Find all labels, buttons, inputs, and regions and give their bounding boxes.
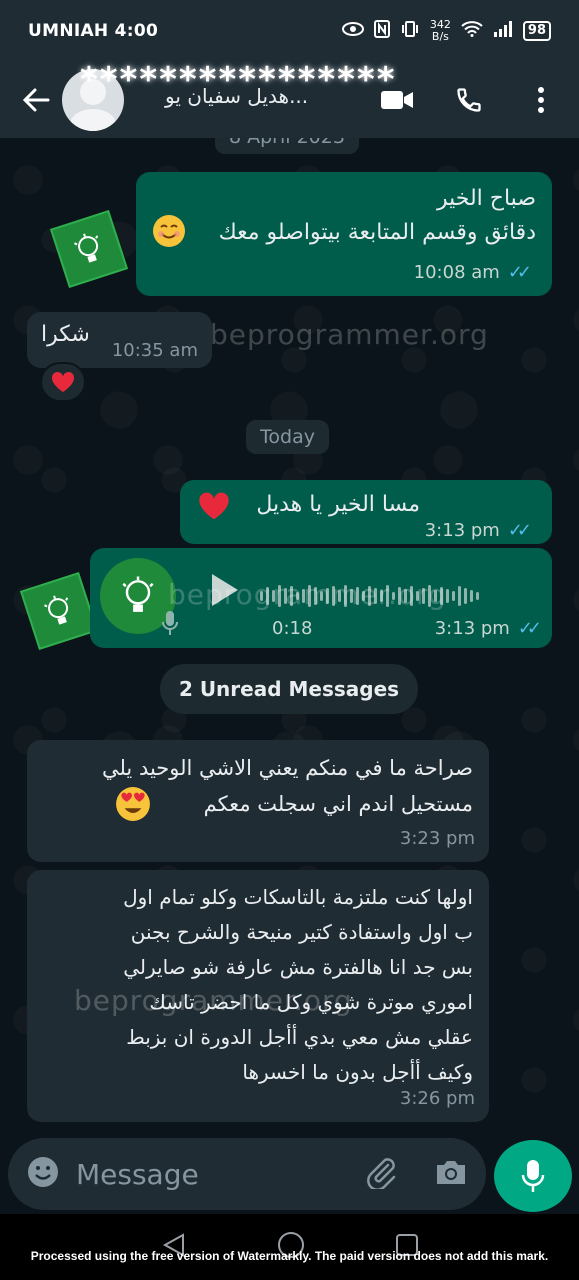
waveform-bar [452,591,455,601]
message-time: 3:26 pm [399,1088,475,1109]
mic-icon [162,610,178,640]
emoji-button[interactable] [26,1155,60,1193]
red-heart-emoji-icon [196,490,232,533]
camera-button[interactable] [434,1157,468,1191]
voice-duration: 0:18 [272,618,313,639]
net-speed-unit: B/s [431,30,449,43]
avatar-body-shape [70,109,116,131]
reaction-badge[interactable] [40,362,86,402]
network-speed: 342 B/s [430,19,451,43]
more-vert-icon [538,87,544,113]
double-check-icon: ✓✓ [517,618,542,639]
message-bubble-incoming[interactable]: شكرا 10:35 am [27,312,212,368]
message-time: 10:08 am [413,262,500,283]
record-voice-button[interactable] [494,1140,572,1212]
watermark-notice: Processed using the free version of Wate… [30,1249,549,1263]
composer-actions [364,1155,468,1193]
phone-icon [457,88,481,112]
watermark-text: beprogrammer.org [168,578,447,611]
date-chip-top: 8 April 2023 [215,138,359,154]
voice-call-button[interactable] [451,82,487,118]
watermark-text: beprogrammer.org [74,984,353,1017]
watermark-text: beprogrammer.org [210,318,489,351]
message-text-content: صباح الخير دقائق وقسم المتابعة بيتواصلو … [218,186,536,245]
eye-icon [341,21,364,41]
message-meta: 3:13 pm ✓✓ [424,514,532,548]
lightbulb-icon [44,595,69,625]
smiling-face-emoji-icon [152,214,186,259]
message-text: صراحة ما في منكم يعني الاشي الوحيد يلي م… [43,750,473,822]
lightbulb-icon [122,576,154,612]
more-options-button[interactable] [523,82,559,118]
message-meta: 10:08 am ✓✓ [413,256,532,290]
back-arrow-icon [22,88,50,112]
status-icons: 342 B/s 98 [341,19,551,43]
unread-messages-divider: 2 Unread Messages [160,664,418,714]
message-text: مسا الخير يا هديل [256,492,420,517]
heart-eyes-emoji-icon [115,786,151,833]
attach-button[interactable] [364,1155,398,1193]
date-chip-today: Today [246,420,329,454]
camera-icon [437,1161,465,1184]
vibrate-icon [400,20,420,43]
waveform-bar [476,592,479,600]
waveform-bar [458,586,461,606]
message-composer [8,1138,486,1210]
system-nav-bar [0,1214,579,1280]
mic-icon [521,1160,545,1192]
message-text-content: صراحة ما في منكم يعني الاشي الوحيد يلي م… [101,756,473,816]
attach-icon [367,1158,396,1191]
wifi-icon [461,20,483,42]
message-bubble-outgoing[interactable]: صباح الخير دقائق وقسم المتابعة بيتواصلو … [136,172,552,296]
chat-area[interactable]: 8 April 2023 صباح الخير دقائق وقسم المتا… [0,138,579,1138]
contact-name[interactable]: **************** [80,60,396,100]
message-input[interactable] [76,1157,356,1191]
message-text: صباح الخير دقائق وقسم المتابعة بيتواصلو … [152,182,536,250]
battery-level: 98 [522,21,551,41]
nfc-icon [373,19,390,43]
back-button[interactable] [16,80,56,120]
lightbulb-icon [74,233,99,263]
logo-sticker [19,571,99,651]
message-time: 3:23 pm [399,828,475,849]
message-time: 10:35 am [111,340,198,361]
logo-sticker [49,209,129,289]
emoji-icon [28,1157,58,1187]
voice-meta: 3:13 pm ✓✓ [434,618,542,639]
header-actions [379,82,559,118]
waveform-bar [470,590,473,602]
heart-icon [51,371,75,392]
status-bar: UMNIAH 4:00 342 B/s 98 [0,0,579,62]
waveform-bar [464,588,467,604]
message-bubble-incoming[interactable]: صراحة ما في منكم يعني الاشي الوحيد يلي م… [27,740,489,862]
voice-time: 3:13 pm [434,618,510,639]
signal-icon [493,20,513,42]
message-time: 3:13 pm [424,520,500,541]
status-carrier-time: UMNIAH 4:00 [28,21,159,41]
double-check-icon: ✓✓ [507,262,532,283]
chat-header: هديل سفيان يو... **************** [0,60,579,138]
message-text: شكرا [41,322,90,347]
double-check-icon: ✓✓ [507,520,532,541]
message-bubble-outgoing[interactable]: مسا الخير يا هديل 3:13 pm ✓✓ [180,480,552,544]
